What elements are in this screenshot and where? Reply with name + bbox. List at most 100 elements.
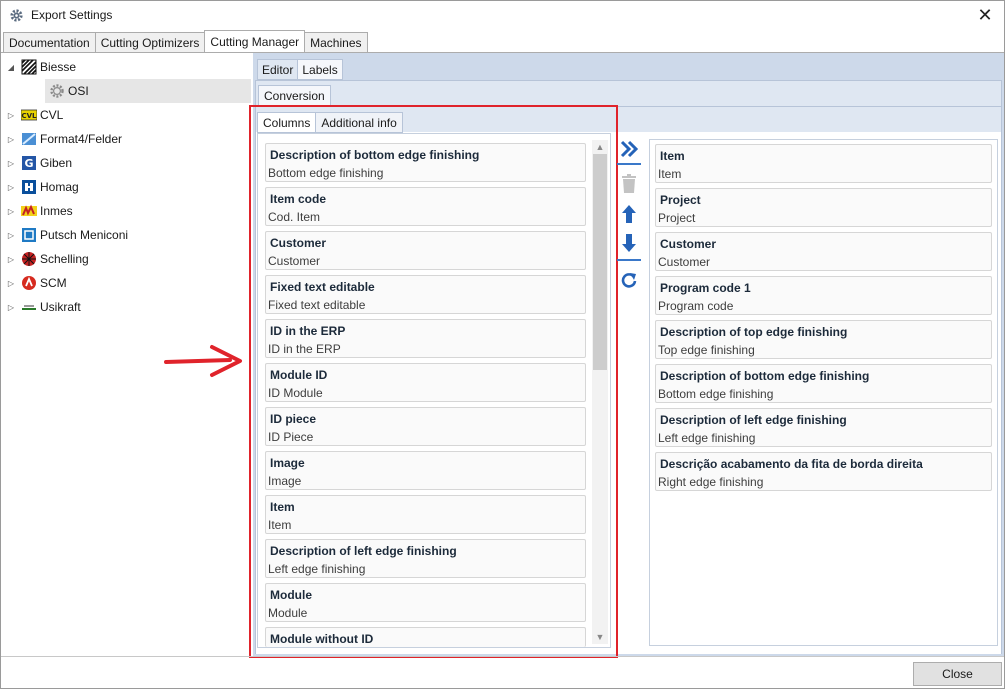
list-item[interactable]: Description of left edge finishing Left e… [655,408,992,447]
schelling-logo-icon [22,252,36,266]
scm-logo-icon [22,276,36,290]
tree-item-label: Putsch Meniconi [40,228,129,242]
double-chevron-right-icon [620,140,639,158]
svg-text:CVL: CVL [21,112,37,120]
usikraft-logo-icon [22,305,36,310]
separator [617,259,641,261]
column-title: Description of left edge finishing [660,413,847,427]
gear-icon [10,9,23,22]
tab-cutting-manager[interactable]: Cutting Manager [204,30,306,52]
collapsed-arrow-icon[interactable]: ▷ [5,159,17,168]
tree-item-format4[interactable]: ▷ Format4/Felder [5,127,122,151]
tree-item-label: Homag [40,180,79,194]
collapsed-arrow-icon[interactable]: ▷ [5,111,17,120]
reset-button[interactable] [617,268,641,292]
tab-machines[interactable]: Machines [304,32,368,53]
tree-item-label: CVL [40,108,64,122]
tree-item-label: OSI [68,84,89,98]
collapsed-arrow-icon[interactable]: ▷ [5,255,17,264]
collapsed-arrow-icon[interactable]: ▷ [5,207,17,216]
tree-item-putsch-meniconi[interactable]: ▷ Putsch Meniconi [5,223,128,247]
collapsed-arrow-icon[interactable]: ▷ [5,279,17,288]
refresh-icon [621,273,637,288]
tab-documentation[interactable]: Documentation [3,32,96,53]
tree-item-giben[interactable]: ▷ G Giben [5,151,72,175]
close-button[interactable]: Close [913,662,1002,686]
format4-logo-icon [22,133,36,145]
move-all-right-button[interactable] [617,137,641,161]
tree-item-label: Usikraft [40,300,81,314]
putsch-logo-icon [22,228,36,242]
list-item[interactable]: Program code 1 Program code [655,276,992,315]
tree-item-inmes[interactable]: ▷ Inmes [5,199,73,223]
highlight-frame [249,105,618,658]
column-title: Description of top edge finishing [660,325,848,339]
tree-item-label: SCM [40,276,67,290]
column-title: Descrição acabamento da fita de borda di… [660,457,923,471]
list-item[interactable]: Description of top edge finishing Top edg… [655,320,992,359]
list-item[interactable]: Customer Customer [655,232,992,271]
gear-icon [50,84,64,98]
red-arrow-icon [164,345,242,377]
sub-tab-bar: Editor Labels [257,59,343,80]
svg-text:G: G [24,157,33,170]
list-item[interactable]: Descrição acabamento da fita de borda di… [655,452,992,491]
biesse-logo-icon [21,59,37,75]
expanded-arrow-icon[interactable]: ◢ [5,63,17,72]
cvl-logo-icon: CVL [21,109,37,121]
column-title: Item [660,149,685,163]
tree-item-homag[interactable]: ▷ Homag [5,175,79,199]
list-item[interactable]: Item Item [655,144,992,183]
collapsed-arrow-icon[interactable]: ▷ [5,231,17,240]
tree-item-label: Inmes [40,204,73,218]
column-subtitle: Item [658,167,682,181]
column-subtitle: Top edge finishing [658,343,755,357]
tree-item-cvl[interactable]: ▷ CVL CVL [5,103,63,127]
column-subtitle: Customer [658,255,711,269]
tab-editor[interactable]: Editor [257,59,299,80]
main-tab-bar: Documentation Cutting Optimizers Cutting… [3,30,368,53]
giben-logo-icon: G [22,156,36,170]
selected-columns-list: Item Item Project Project Customer Customer… [649,139,998,646]
footer-divider [1,656,1004,657]
inmes-logo-icon [21,204,37,216]
column-subtitle: Program code [658,299,734,313]
tree-item-label: Biesse [40,60,77,74]
tree-item-schelling[interactable]: ▷ Schelling [5,247,89,271]
window-title: Export Settings [31,8,113,22]
tab-labels[interactable]: Labels [297,59,343,80]
column-title: Customer [660,237,717,251]
collapsed-arrow-icon[interactable]: ▷ [5,183,17,192]
tree-item-osi[interactable]: OSI [45,79,251,103]
column-title: Program code 1 [660,281,751,295]
tab-cutting-optimizers[interactable]: Cutting Optimizers [94,32,206,53]
window-close-icon[interactable]: ✕ [974,4,996,26]
tree-item-label: Schelling [40,252,89,266]
tab-conversion[interactable]: Conversion [258,85,331,106]
tree-item-label: Format4/Felder [40,132,123,146]
list-item[interactable]: Project Project [655,188,992,227]
column-subtitle: Project [658,211,696,225]
arrow-up-icon [622,205,636,223]
move-down-button[interactable] [617,231,641,255]
homag-logo-icon [22,180,36,194]
tree-item-label: Giben [40,156,73,170]
trash-icon [622,174,636,193]
tree-item-usikraft[interactable]: ▷ Usikraft [5,295,81,319]
column-subtitle: Left edge finishing [658,431,756,445]
separator [617,163,641,165]
arrow-down-icon [622,234,636,252]
title-bar: Export Settings ✕ [1,1,1004,30]
column-title: Project [660,193,701,207]
delete-button[interactable] [617,172,641,196]
tree-item-scm[interactable]: ▷ SCM [5,271,67,295]
column-subtitle: Right edge finishing [658,475,764,489]
collapsed-arrow-icon[interactable]: ▷ [5,303,17,312]
export-settings-window: Export Settings ✕ Documentation Cutting … [0,0,1005,689]
column-subtitle: Bottom edge finishing [658,387,774,401]
tree-item-biesse[interactable]: ◢ Biesse [5,55,253,79]
column-title: Description of bottom edge finishing [660,369,870,383]
move-up-button[interactable] [617,202,641,226]
collapsed-arrow-icon[interactable]: ▷ [5,135,17,144]
list-item[interactable]: Description of bottom edge finishing Bott… [655,364,992,403]
